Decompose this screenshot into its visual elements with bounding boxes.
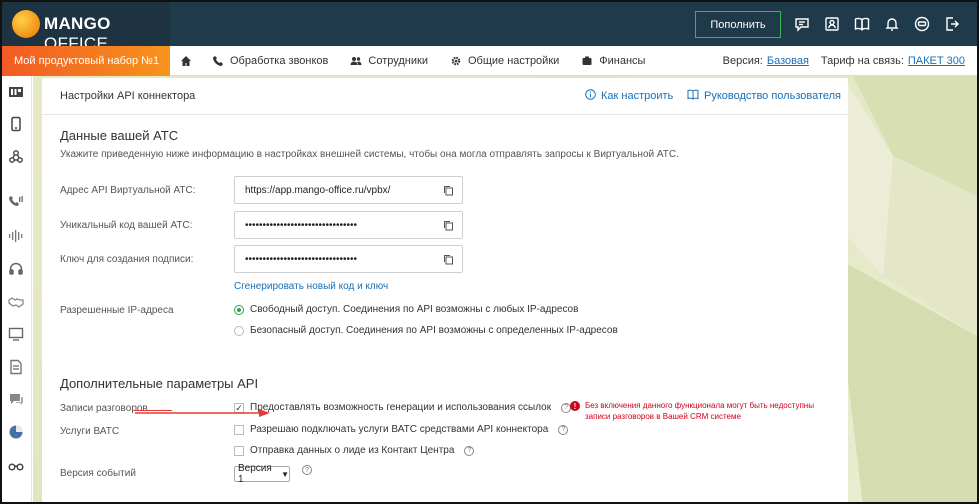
annotation-arrow xyxy=(135,409,270,417)
nav-general-settings[interactable]: Общие настройки xyxy=(450,55,559,67)
signature-key-field[interactable]: •••••••••••••••••••••••••••••••• xyxy=(234,245,463,273)
help-icon[interactable]: ? xyxy=(558,424,569,435)
app-window: MANGO OFFICE Пополнить Мой продуктовый н… xyxy=(0,0,979,504)
contacts-icon[interactable] xyxy=(822,14,842,34)
allow-services-checkbox-row[interactable]: Разрешаю подключать услуги ВАТС средства… xyxy=(234,424,569,435)
user-guide-link[interactable]: Руководство пользователя xyxy=(687,89,841,103)
vats-services-label: Услуги ВАТС xyxy=(60,426,120,437)
sidebar-audio-icon[interactable] xyxy=(8,228,24,244)
help-icon[interactable]: ? xyxy=(464,445,475,456)
sidebar-call-routing-icon[interactable] xyxy=(8,194,24,210)
extra-section-title: Дополнительные параметры API xyxy=(60,376,259,391)
radio-free-access[interactable]: Свободный доступ. Соединения по API возм… xyxy=(234,304,578,315)
ats-section-title: Данные вашей АТС xyxy=(60,128,179,143)
panel-header: Настройки API коннектора Как настроить Р… xyxy=(42,78,848,115)
nav-employees[interactable]: Сотрудники xyxy=(350,55,428,67)
page-title: Настройки API коннектора xyxy=(60,90,196,102)
sidebar-document-icon[interactable] xyxy=(8,359,24,375)
bell-icon[interactable] xyxy=(882,14,902,34)
nav-call-handling[interactable]: Обработка звонков xyxy=(212,55,328,67)
chevron-down-icon: ▼ xyxy=(281,469,289,479)
lead-data-checkbox-row[interactable]: Отправка данных о лиде из Контакт Центра… xyxy=(234,445,475,456)
copy-icon[interactable] xyxy=(443,185,454,196)
copy-icon[interactable] xyxy=(443,220,454,231)
phone-icon xyxy=(212,55,224,67)
user-icon[interactable] xyxy=(912,14,932,34)
product-set-tab[interactable]: Мой продуктовый набор №1 xyxy=(2,46,170,76)
people-icon xyxy=(350,55,362,67)
radio-button[interactable] xyxy=(234,325,244,336)
top-icons xyxy=(792,14,962,34)
help-icon[interactable]: ? xyxy=(302,465,312,475)
sidebar-mobile-icon[interactable] xyxy=(8,116,24,132)
chat-icon[interactable] xyxy=(792,14,812,34)
gear-icon xyxy=(450,55,462,67)
radio-secure-access[interactable]: Безопасный доступ. Соединения по API воз… xyxy=(234,325,618,336)
signature-key-label: Ключ для создания подписи: xyxy=(60,254,194,265)
logout-icon[interactable] xyxy=(942,14,962,34)
api-connector-panel: Настройки API коннектора Как настроить Р… xyxy=(42,78,848,502)
events-version-select[interactable]: Версия 1 ▼ xyxy=(234,463,290,485)
book-open-icon xyxy=(687,89,699,103)
nav-home[interactable] xyxy=(180,55,192,67)
plan-info: Версия: Базовая Тариф на связь: ПАКЕТ 30… xyxy=(722,55,965,67)
sidebar-messages-icon[interactable] xyxy=(8,391,24,407)
sidebar-pbx-icon[interactable] xyxy=(8,84,24,100)
sidebar-analytics-icon[interactable] xyxy=(8,424,24,440)
ats-section-description: Укажите приведенную ниже информацию в на… xyxy=(60,149,679,160)
unique-code-field[interactable]: •••••••••••••••••••••••••••••••• xyxy=(234,211,463,239)
nav-finance[interactable]: Финансы xyxy=(581,55,645,67)
checkbox[interactable] xyxy=(234,424,244,435)
sidebar-integrations-icon[interactable] xyxy=(8,149,24,165)
topup-button[interactable]: Пополнить xyxy=(695,11,781,38)
sidebar-monitor-icon[interactable] xyxy=(8,326,24,342)
tariff-link[interactable]: ПАКЕТ 300 xyxy=(908,55,965,67)
wallet-icon xyxy=(581,55,593,67)
radio-button-selected[interactable] xyxy=(234,304,244,315)
logo-mark-icon xyxy=(12,10,40,38)
book-icon[interactable] xyxy=(852,14,872,34)
version-link[interactable]: Базовая xyxy=(767,55,809,67)
api-address-label: Адрес API Виртуальной АТС: xyxy=(60,185,196,196)
home-icon xyxy=(180,55,192,67)
main-nav: Обработка звонков Сотрудники Общие настр… xyxy=(180,46,667,76)
how-to-setup-link[interactable]: Как настроить xyxy=(585,89,673,103)
unique-code-label: Уникальный код вашей АТС: xyxy=(60,220,193,231)
recordings-checkbox-row[interactable]: ✓ Предоставлять возможность генерации и … xyxy=(234,402,572,413)
recordings-warning: ! Без включения данного функционала могу… xyxy=(570,400,815,422)
nav-bar: Мой продуктовый набор №1 Обработка звонк… xyxy=(2,46,977,76)
top-bar: MANGO OFFICE Пополнить xyxy=(2,2,977,53)
allowed-ip-label: Разрешенные IP-адреса xyxy=(60,305,174,316)
generate-new-key-link[interactable]: Сгенерировать новый код и ключ xyxy=(234,281,388,292)
sidebar-headset-icon[interactable] xyxy=(8,261,24,277)
checkbox[interactable] xyxy=(234,445,244,456)
sidebar xyxy=(2,76,32,502)
events-version-label: Версия событий xyxy=(60,468,136,479)
logo[interactable]: MANGO OFFICE xyxy=(2,2,170,53)
info-icon xyxy=(585,89,596,103)
warning-icon: ! xyxy=(570,401,580,411)
copy-icon[interactable] xyxy=(443,254,454,265)
api-address-field[interactable]: https://app.mango-office.ru/vpbx/ xyxy=(234,176,463,204)
sidebar-handshake-icon[interactable] xyxy=(8,294,24,310)
sidebar-binoculars-icon[interactable] xyxy=(8,457,24,473)
